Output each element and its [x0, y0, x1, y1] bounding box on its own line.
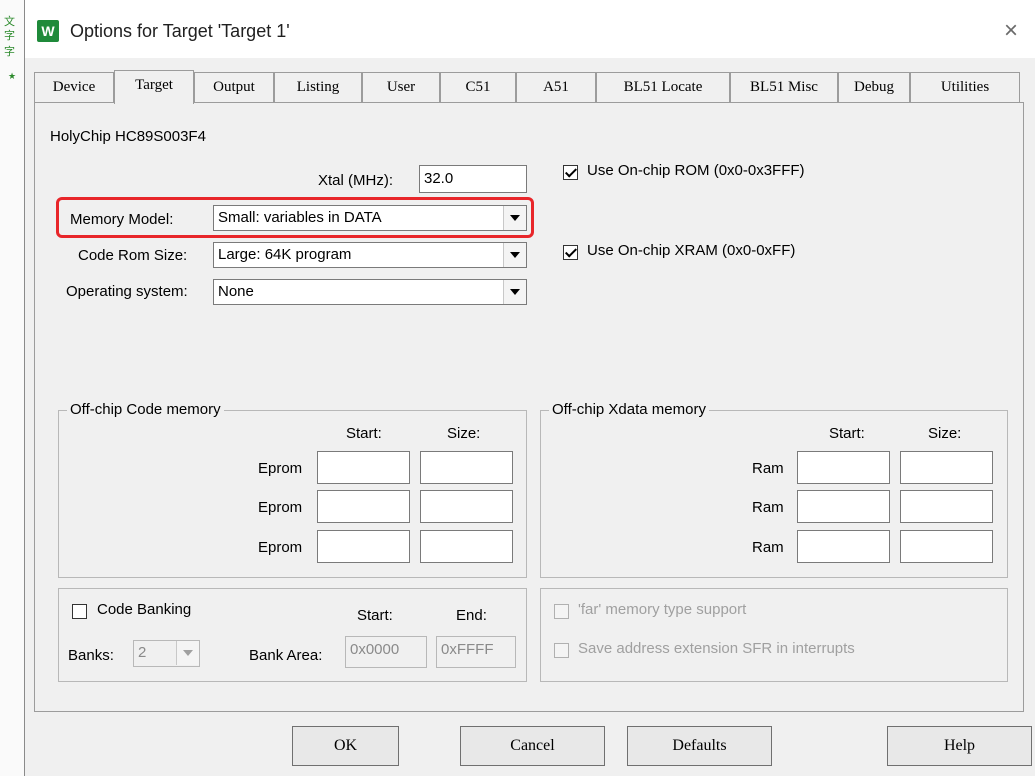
bank-start-header: Start:	[357, 607, 393, 624]
banks-select[interactable]: 2	[133, 640, 200, 667]
chevron-down-icon[interactable]	[503, 243, 526, 267]
code-banking-checkbox[interactable]	[72, 604, 87, 619]
ram-3-start-input[interactable]	[797, 530, 890, 563]
background-window-edge: 文 字 字 ★	[0, 0, 24, 776]
operating-system-label: Operating system:	[66, 283, 188, 300]
device-name: HolyChip HC89S003F4	[50, 128, 206, 145]
ram-1-start-input[interactable]	[797, 451, 890, 484]
bank-area-start-input[interactable]: 0x0000	[345, 636, 427, 668]
eprom-1-size-input[interactable]	[420, 451, 513, 484]
ram-label: Ram	[752, 499, 784, 516]
far-memory-checkbox[interactable]	[554, 604, 569, 619]
eprom-label: Eprom	[258, 499, 303, 516]
code-size-header: Size:	[447, 425, 481, 442]
xtal-label: Xtal (MHz):	[318, 172, 393, 189]
background-glyph-icon: 文	[4, 16, 15, 28]
eprom-label: Eprom	[258, 539, 303, 556]
tab-user[interactable]: User	[362, 72, 440, 102]
cancel-button[interactable]: Cancel	[460, 726, 605, 766]
chevron-down-icon[interactable]	[503, 280, 526, 304]
code-start-header: Start:	[346, 425, 382, 442]
banks-value: 2	[138, 644, 147, 661]
tab-bl51-locate[interactable]: BL51 Locate	[596, 72, 730, 102]
ram-label: Ram	[752, 460, 784, 477]
operating-system-select[interactable]: None	[213, 279, 527, 305]
tab-target[interactable]: Target	[114, 70, 194, 104]
eprom-1-start-input[interactable]	[317, 451, 410, 484]
close-button[interactable]: ×	[993, 14, 1029, 48]
ram-2-size-input[interactable]	[900, 490, 993, 523]
tab-a51[interactable]: A51	[516, 72, 596, 102]
tab-device[interactable]: Device	[34, 72, 114, 102]
code-rom-size-value: Large: 64K program	[218, 246, 352, 263]
use-onchip-rom-checkbox[interactable]	[563, 165, 578, 180]
tab-debug[interactable]: Debug	[838, 72, 910, 102]
window-title: Options for Target 'Target 1'	[70, 21, 290, 41]
close-icon: ×	[1003, 17, 1018, 44]
tab-listing[interactable]: Listing	[274, 72, 362, 102]
ram-3-size-input[interactable]	[900, 530, 993, 563]
save-address-label: Save address extension SFR in interrupts	[578, 640, 855, 657]
eprom-label: Eprom	[258, 460, 303, 477]
app-icon: W	[37, 20, 59, 42]
ram-2-start-input[interactable]	[797, 490, 890, 523]
use-onchip-xram-label: Use On-chip XRAM (0x0-0xFF)	[587, 242, 796, 259]
tab-bl51-misc[interactable]: BL51 Misc	[730, 72, 838, 102]
background-glyph-icon: 字	[4, 46, 15, 58]
background-star-icon: ★	[8, 71, 17, 81]
save-address-checkbox[interactable]	[554, 643, 569, 658]
code-rom-size-label: Code Rom Size:	[78, 247, 188, 264]
code-banking-label: Code Banking	[97, 601, 192, 618]
eprom-2-start-input[interactable]	[317, 490, 410, 523]
offchip-code-memory-title: Off-chip Code memory	[67, 401, 224, 418]
code-rom-size-select[interactable]: Large: 64K program	[213, 242, 527, 268]
use-onchip-xram-checkbox[interactable]	[563, 245, 578, 260]
ok-button[interactable]: OK	[292, 726, 399, 766]
help-button[interactable]: Help	[887, 726, 1032, 766]
xdata-size-header: Size:	[928, 425, 962, 442]
operating-system-value: None	[218, 283, 254, 300]
tab-utilities[interactable]: Utilities	[910, 72, 1020, 102]
offchip-xdata-memory-title: Off-chip Xdata memory	[549, 401, 709, 418]
ram-label: Ram	[752, 539, 784, 556]
title-bar[interactable]: W Options for Target 'Target 1' ×	[25, 8, 1035, 58]
banks-label: Banks:	[68, 647, 114, 664]
eprom-3-start-input[interactable]	[317, 530, 410, 563]
eprom-2-size-input[interactable]	[420, 490, 513, 523]
background-glyph-icon: 字	[4, 30, 15, 42]
tab-c51[interactable]: C51	[440, 72, 516, 102]
defaults-button[interactable]: Defaults	[627, 726, 772, 766]
xdata-start-header: Start:	[829, 425, 865, 442]
eprom-3-size-input[interactable]	[420, 530, 513, 563]
bank-area-end-input[interactable]: 0xFFFF	[436, 636, 516, 668]
ram-1-size-input[interactable]	[900, 451, 993, 484]
far-memory-label: 'far' memory type support	[578, 601, 747, 618]
use-onchip-rom-label: Use On-chip ROM (0x0-0x3FFF)	[587, 162, 805, 179]
xtal-input[interactable]: 32.0	[419, 165, 527, 193]
chevron-down-icon[interactable]	[176, 641, 199, 665]
tab-output[interactable]: Output	[194, 72, 274, 102]
bank-end-header: End:	[456, 607, 487, 624]
bank-area-label: Bank Area:	[249, 647, 323, 664]
red-highlight-frame	[56, 197, 534, 238]
